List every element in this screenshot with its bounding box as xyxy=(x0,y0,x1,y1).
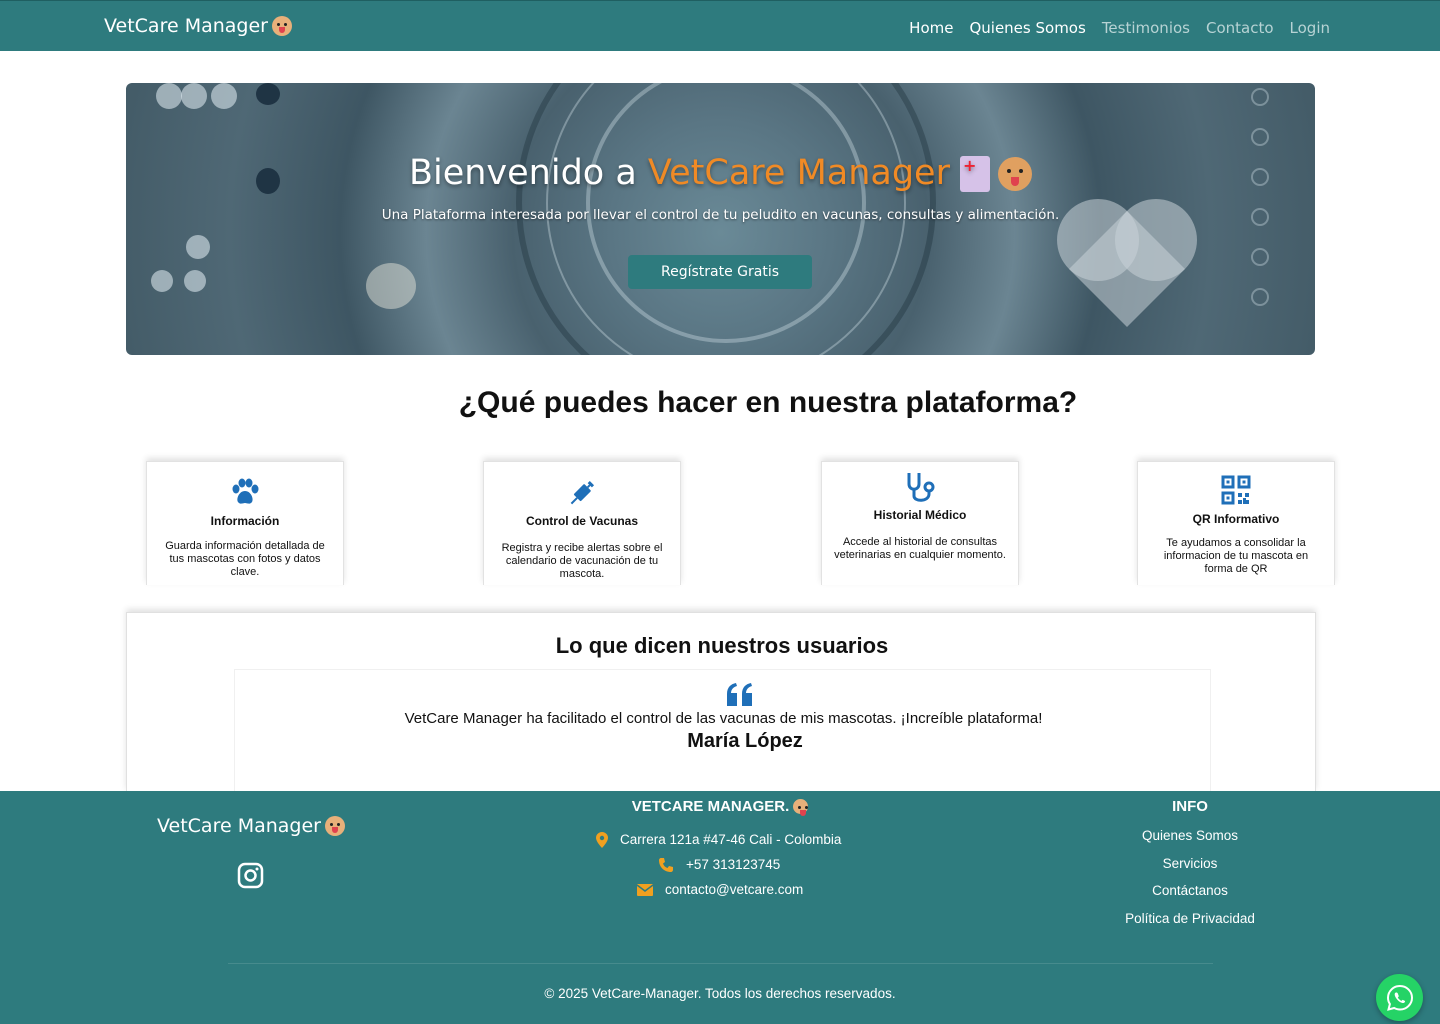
footer-contact: Carrera 121a #47-46 Cali - Colombia +57 … xyxy=(590,827,841,902)
testimonials-title: Lo que dicen nuestros usuarios xyxy=(555,633,889,658)
medical-record-icon xyxy=(960,156,990,192)
footer-address-row: Carrera 121a #47-46 Cali - Colombia xyxy=(596,827,841,852)
testimonials-section: Lo que dicen nuestros usuarios VetCare M… xyxy=(126,612,1316,793)
feature-card-informacion: Información Guarda información detallada… xyxy=(146,461,344,585)
footer-info-links: Quienes Somos Servicios Contáctanos Polí… xyxy=(1090,828,1290,938)
location-pin-icon xyxy=(596,831,608,848)
hero-title-accent: VetCare Manager xyxy=(647,153,950,193)
hero-banner: Bienvenido a VetCare Manager Una Platafo… xyxy=(126,83,1315,355)
footer-link-quienes-somos[interactable]: Quienes Somos xyxy=(1090,828,1290,856)
feature-card-historial: Historial Médico Accede al historial de … xyxy=(821,461,1019,585)
stethoscope-icon xyxy=(907,473,935,502)
phone-icon xyxy=(659,857,673,872)
hero-ring xyxy=(1251,248,1269,266)
footer-email[interactable]: contacto@vetcare.com xyxy=(665,882,803,897)
hero-ring xyxy=(1251,128,1269,146)
footer-phone: +57 313123745 xyxy=(686,857,781,872)
hero-title-prefix: Bienvenido a xyxy=(408,153,648,193)
footer-divider xyxy=(228,963,1213,964)
feature-title: Control de Vacunas xyxy=(525,514,639,528)
footer-brand[interactable]: VetCare Manager xyxy=(157,815,345,837)
nav-menu: Home Quienes Somos Testimonios Contacto … xyxy=(909,19,1330,37)
features-title: ¿Qué puedes hacer en nuestra plataforma? xyxy=(458,386,1078,419)
footer-info-title: INFO xyxy=(1172,798,1208,815)
footer-brand-name: VetCare Manager xyxy=(157,815,321,837)
dog-emoji-icon xyxy=(793,799,809,816)
hero-dot xyxy=(156,83,182,109)
qr-code-icon xyxy=(1221,475,1251,505)
feature-title: Historial Médico xyxy=(873,508,967,522)
nav-link-login[interactable]: Login xyxy=(1290,19,1330,37)
hero-dot xyxy=(366,263,416,309)
hero-title: Bienvenido a VetCare Manager xyxy=(126,153,1315,193)
instagram-icon[interactable] xyxy=(237,862,264,889)
feature-card-qr: QR Informativo Te ayudamos a consolidar … xyxy=(1137,461,1335,585)
hero-dot xyxy=(256,83,280,105)
feature-card-vacunas: Control de Vacunas Registra y recibe ale… xyxy=(483,461,681,585)
footer-link-servicios[interactable]: Servicios xyxy=(1090,856,1290,884)
quote-icon xyxy=(727,683,752,706)
feature-desc: Accede al historial de consultas veterin… xyxy=(834,536,1006,561)
feature-title: QR Informativo xyxy=(1192,512,1280,526)
register-button[interactable]: Regístrate Gratis xyxy=(628,255,812,289)
footer: VetCare Manager VETCARE MANAGER. Carrera… xyxy=(0,791,1440,1024)
nav-link-home[interactable]: Home xyxy=(909,19,953,37)
nav-link-testimonios[interactable]: Testimonios xyxy=(1102,19,1190,37)
hero-dot xyxy=(211,83,237,109)
paw-icon xyxy=(232,478,259,504)
footer-address: Carrera 121a #47-46 Cali - Colombia xyxy=(620,832,842,847)
hero-ring xyxy=(1251,288,1269,306)
footer-link-contactanos[interactable]: Contáctanos xyxy=(1090,883,1290,911)
footer-phone-row: +57 313123745 xyxy=(658,852,841,877)
dog-emoji-icon xyxy=(271,16,292,36)
feature-desc: Te ayudamos a consolidar la informacion … xyxy=(1163,537,1309,575)
footer-link-privacidad[interactable]: Política de Privacidad xyxy=(1090,911,1290,939)
brand-logo[interactable]: VetCare Manager xyxy=(104,15,292,37)
envelope-icon xyxy=(637,883,653,896)
footer-contact-title-text: VETCARE MANAGER. xyxy=(631,798,790,815)
testimonial-card: VetCare Manager ha facilitado el control… xyxy=(234,669,1211,793)
dog-emoji-icon xyxy=(324,816,345,836)
feature-desc: Registra y recibe alertas sobre el calen… xyxy=(501,542,663,580)
feature-title: Información xyxy=(210,514,280,528)
footer-email-row: contacto@vetcare.com xyxy=(637,877,841,902)
whatsapp-icon xyxy=(1386,984,1413,1011)
hero-dot xyxy=(181,83,207,109)
brand-name: VetCare Manager xyxy=(104,15,268,37)
feature-desc: Guarda información detallada de tus masc… xyxy=(165,540,325,578)
hero-dot xyxy=(184,270,206,292)
syringe-icon xyxy=(570,480,595,505)
navbar: VetCare Manager Home Quienes Somos Testi… xyxy=(0,0,1440,51)
hero-subtitle: Una Plataforma interesada por llevar el … xyxy=(381,207,1060,223)
hero-dot xyxy=(151,270,173,292)
testimonial-author: María López xyxy=(687,730,803,752)
nav-link-quienes-somos[interactable]: Quienes Somos xyxy=(969,19,1085,37)
testimonial-text: VetCare Manager ha facilitado el control… xyxy=(404,710,1043,727)
hero-dot xyxy=(186,235,210,259)
whatsapp-button[interactable] xyxy=(1376,974,1423,1021)
heart-icon xyxy=(1069,211,1185,327)
footer-copyright: © 2025 VetCare-Manager. Todos los derech… xyxy=(544,986,896,1001)
footer-contact-title: VETCARE MANAGER. xyxy=(600,798,840,816)
hero-ring xyxy=(1251,88,1269,106)
nav-link-contacto[interactable]: Contacto xyxy=(1206,19,1274,37)
dog-face-icon xyxy=(998,157,1032,191)
